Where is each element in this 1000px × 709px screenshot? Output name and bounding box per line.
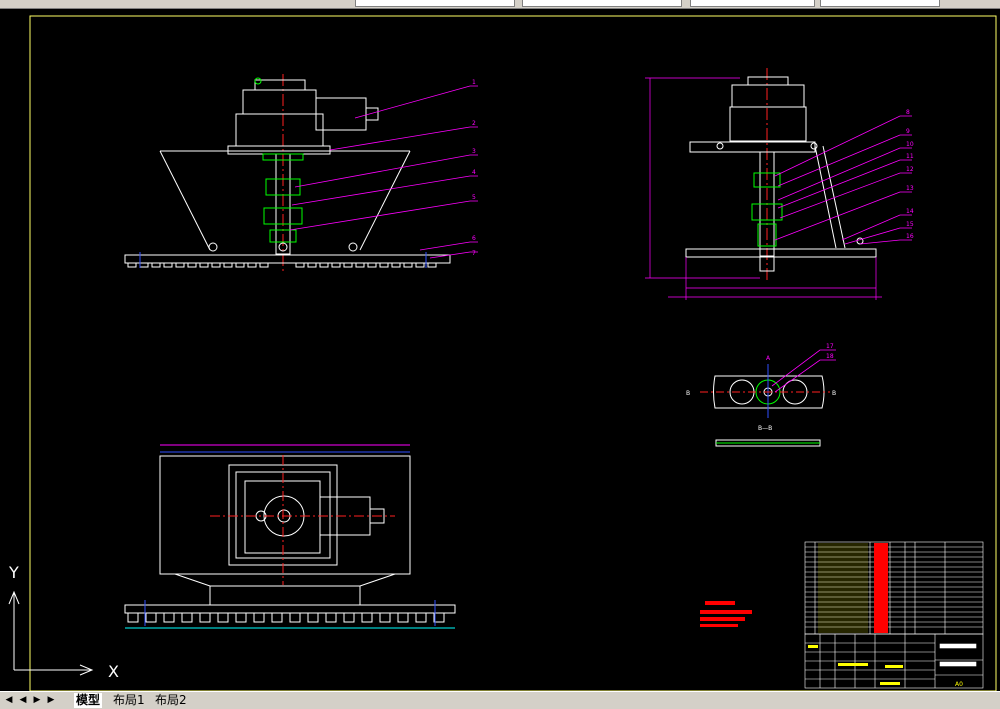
callout-12: 12 bbox=[906, 166, 914, 173]
callout-3: 3 bbox=[472, 148, 476, 155]
ucs-x-label: X bbox=[108, 662, 119, 681]
callout-2: 2 bbox=[472, 120, 476, 127]
next-tab-button[interactable]: ▶ bbox=[31, 694, 43, 706]
callout-4: 4 bbox=[472, 169, 476, 176]
side-view-leaders bbox=[774, 115, 912, 245]
callout-6: 6 bbox=[472, 235, 476, 242]
callout-13: 13 bbox=[906, 185, 914, 192]
side-view bbox=[685, 68, 877, 280]
ucs-y-label: Y bbox=[8, 563, 19, 582]
detail-labels: 17 18 A B B B—B bbox=[686, 343, 836, 432]
section-mark-b-left: B bbox=[686, 390, 690, 397]
detail-view bbox=[700, 364, 830, 447]
callout-7: 7 bbox=[472, 250, 476, 257]
titleblock bbox=[804, 633, 984, 689]
section-title-bb: B—B bbox=[758, 425, 772, 432]
front-view-callouts: 1 2 3 4 5 6 7 bbox=[472, 79, 476, 257]
last-tab-button[interactable]: ▶ bbox=[45, 694, 57, 706]
ucs-icon bbox=[8, 590, 94, 676]
side-view-callouts: 8 9 10 11 12 13 14 15 16 bbox=[906, 109, 914, 240]
first-tab-button[interactable]: ◀ bbox=[3, 694, 15, 706]
drawing-canvas[interactable]: 1 2 3 4 5 6 7 8 9 10 11 12 13 14 15 16 1… bbox=[0, 8, 1000, 691]
tab-layout1[interactable]: 布局1 bbox=[111, 693, 147, 708]
linetype-dropdown[interactable] bbox=[690, 0, 815, 7]
callout-16: 16 bbox=[906, 233, 914, 240]
callout-17: 17 bbox=[826, 343, 834, 350]
callout-10: 10 bbox=[906, 141, 914, 148]
side-view-dimensions bbox=[645, 77, 882, 300]
lineweight-dropdown[interactable] bbox=[820, 0, 940, 7]
horizontal-scrollbar[interactable] bbox=[206, 693, 1000, 707]
layer-dropdown[interactable] bbox=[355, 0, 515, 7]
callout-14: 14 bbox=[906, 208, 914, 215]
section-mark-b-right: B bbox=[832, 390, 836, 397]
callout-18: 18 bbox=[826, 353, 834, 360]
callout-1: 1 bbox=[472, 79, 476, 86]
front-view-leaders bbox=[289, 85, 478, 259]
callout-15: 15 bbox=[906, 221, 914, 228]
callout-8: 8 bbox=[906, 109, 910, 116]
callout-5: 5 bbox=[472, 194, 476, 201]
section-mark-a: A bbox=[766, 355, 771, 362]
layout-tabs-bar: ◀ ◀ ▶ ▶ 模型 布局1 布局2 bbox=[0, 691, 1000, 709]
tab-layout2[interactable]: 布局2 bbox=[153, 693, 189, 708]
top-view bbox=[124, 444, 456, 629]
tech-notes bbox=[700, 601, 752, 627]
callout-11: 11 bbox=[906, 153, 914, 160]
tab-model[interactable]: 模型 bbox=[74, 693, 103, 708]
bom-highlights bbox=[818, 543, 888, 633]
color-dropdown[interactable] bbox=[522, 0, 682, 7]
drawing-size-label: A0 bbox=[955, 681, 963, 688]
callout-9: 9 bbox=[906, 128, 910, 135]
prev-tab-button[interactable]: ◀ bbox=[17, 694, 29, 706]
front-view bbox=[124, 74, 451, 272]
